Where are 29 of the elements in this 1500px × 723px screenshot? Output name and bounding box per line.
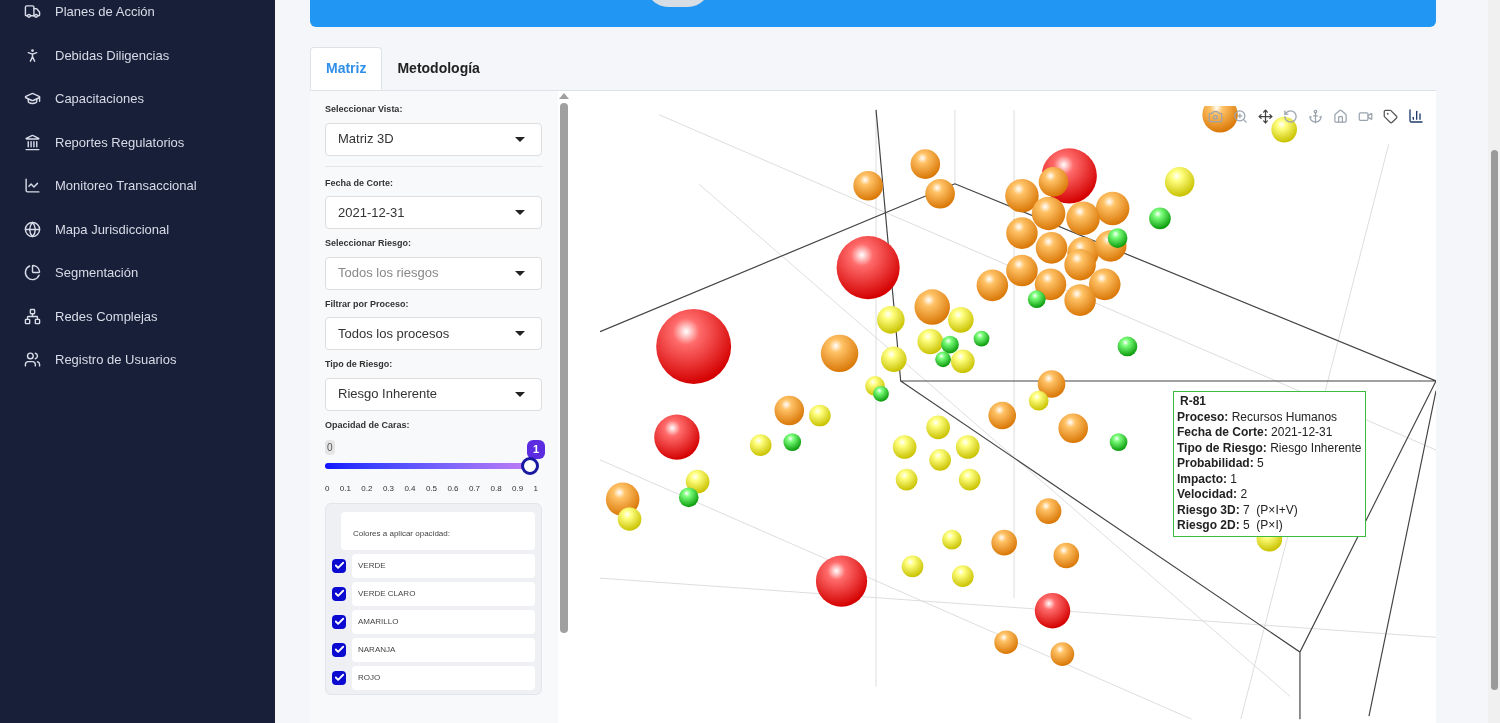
- field-label: Opacidad de Caras:: [325, 418, 411, 432]
- tooltip-title: R-81: [1179, 394, 1207, 410]
- tick-label: 1: [533, 482, 538, 495]
- tooltip-line: Tipo de Riesgo: Riesgo Inherente: [1177, 440, 1362, 456]
- tick-label: 0.8: [490, 482, 502, 495]
- field-label: Seleccionar Vista:: [325, 103, 404, 116]
- colors-title: Colores a aplicar opacidad:: [353, 528, 450, 538]
- tick-label: 0.9: [511, 482, 524, 495]
- field-label: Tipo de Riesgo:: [325, 358, 394, 371]
- tick-label: 0.6: [447, 482, 459, 495]
- slider-min-label: 0: [325, 440, 335, 455]
- slider-value-label: 1: [526, 440, 545, 459]
- field-label: Filtrar por Proceso:: [325, 297, 410, 311]
- tick-label: 0.3: [382, 482, 394, 495]
- tick-label: 0.1: [339, 482, 351, 495]
- tick-label: 0: [325, 482, 330, 495]
- tooltip-line: Fecha de Corte: 2021-12-31: [1177, 425, 1334, 441]
- field-label: Fecha de Corte:: [325, 176, 394, 190]
- tick-label: 0.5: [425, 482, 438, 495]
- tick-label: 0.2: [361, 482, 373, 495]
- field-label: Seleccionar Riesgo:: [325, 237, 413, 250]
- tooltip-line: Proceso: Recursos Humanos: [1177, 409, 1339, 425]
- tooltip-line: Probabilidad: 5: [1177, 456, 1265, 472]
- tick-label: 0.7: [468, 482, 481, 495]
- tooltip-line: Velocidad: 2: [1177, 487, 1249, 503]
- tooltip-line: Riesgo 2D: 5 (P×I): [1177, 518, 1284, 534]
- tick-label: 0.4: [404, 482, 416, 495]
- tooltip-line: Riesgo 3D: 7 (P×I+V): [1177, 502, 1299, 518]
- tooltip-line: Impacto: 1: [1177, 471, 1239, 487]
